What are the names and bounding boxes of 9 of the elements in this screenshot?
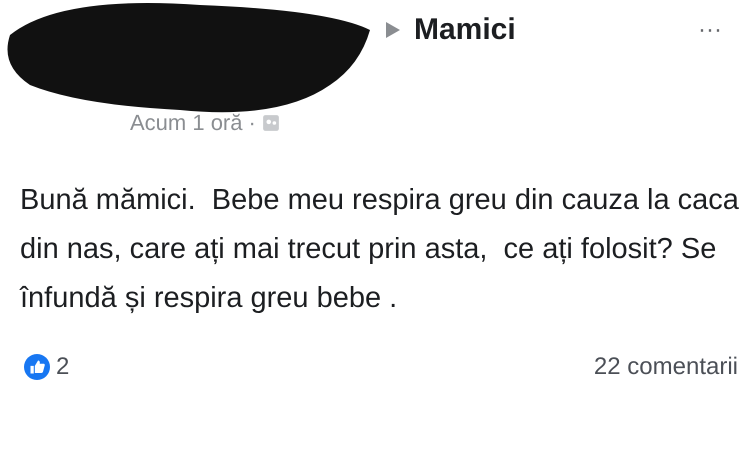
post-text: Bună mămici. Bebe meu respira greu din cauza la caca din nas, care ați mai trecut prin asta, ce ați folosit? Se înfundă și respira greu bebe . (20, 183, 740, 316)
separator: · (248, 110, 256, 136)
group-name[interactable]: Mamici (414, 13, 516, 47)
audience-icon (262, 114, 280, 132)
like-icon[interactable] (24, 354, 50, 380)
triangle-icon (386, 22, 400, 38)
comment-count[interactable]: 22 comentarii (594, 353, 738, 381)
more-button[interactable]: ··· (690, 16, 730, 44)
reaction-count[interactable]: 2 (56, 353, 70, 381)
